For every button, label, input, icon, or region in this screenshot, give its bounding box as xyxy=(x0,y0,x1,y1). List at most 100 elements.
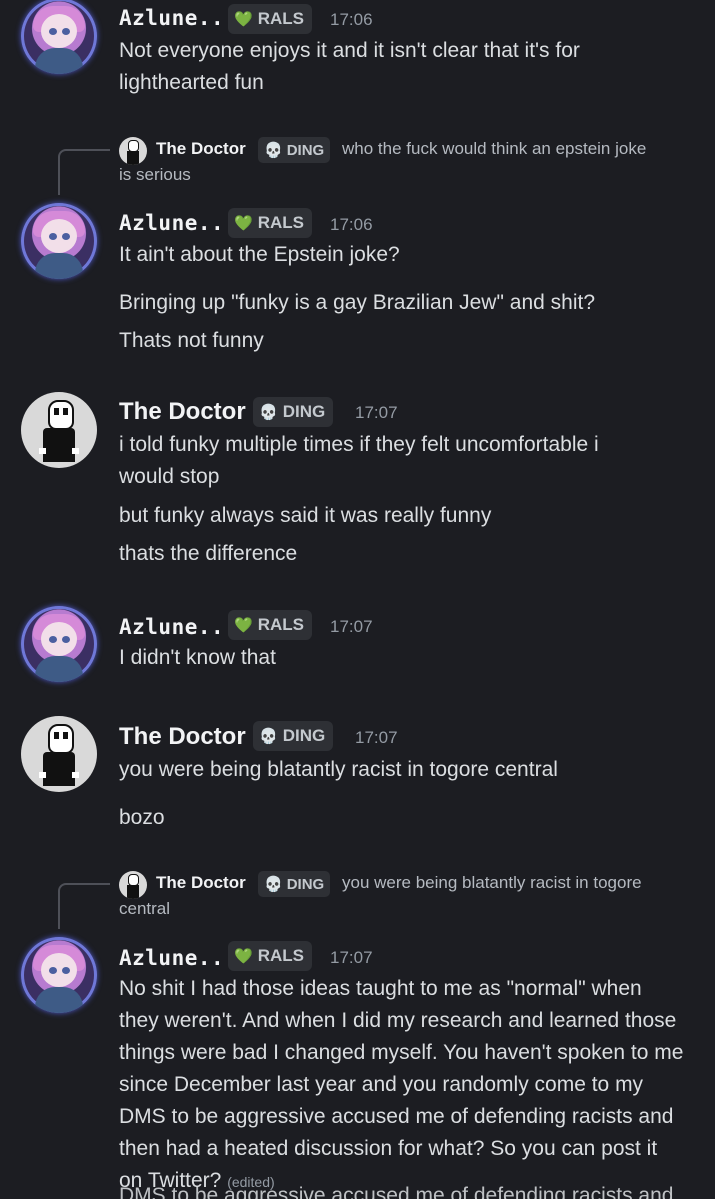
message-text: thats the difference xyxy=(119,542,298,565)
avatar-eye xyxy=(62,967,70,974)
timestamp: 17:06 xyxy=(330,10,373,29)
avatar-eye xyxy=(62,233,70,240)
reply-preview-text: you were being blatantly racist in togor… xyxy=(342,873,642,892)
avatar-eye xyxy=(54,408,59,415)
avatar-skull xyxy=(48,724,74,754)
heart-icon: 💚 xyxy=(234,617,253,634)
message-text: bozo xyxy=(119,806,165,829)
role-tag[interactable]: 💚 RALS xyxy=(228,208,312,238)
avatar-face xyxy=(41,953,77,987)
message-text: lighthearted fun xyxy=(119,71,264,94)
timestamp: 17:07 xyxy=(330,617,373,636)
role-tag-label: RALS xyxy=(257,213,304,232)
avatar[interactable] xyxy=(21,0,97,74)
role-tag[interactable]: 💀 DING xyxy=(253,721,334,751)
role-tag-label: DING xyxy=(282,402,326,421)
message-text: i told funky multiple times if they felt… xyxy=(119,433,599,456)
skull-icon: 💀 xyxy=(264,142,283,159)
message-text: would stop xyxy=(119,465,220,488)
message-text: you were being blatantly racist in togor… xyxy=(119,758,558,781)
message-text: It ain't about the Epstein joke? xyxy=(119,243,400,266)
timestamp: 17:07 xyxy=(355,728,398,747)
avatar[interactable] xyxy=(21,392,97,468)
message-text: things were bad I changed myself. You ha… xyxy=(119,1041,684,1064)
username[interactable]: Azlune... xyxy=(119,615,237,639)
timestamp: 17:06 xyxy=(330,215,373,234)
avatar-eye xyxy=(62,636,70,643)
chat-message-list: Azlune... 💚 RALS 17:06 Not everyone enjo… xyxy=(0,0,715,1199)
heart-icon: 💚 xyxy=(234,11,253,28)
skull-icon: 💀 xyxy=(259,404,278,421)
avatar[interactable] xyxy=(21,716,97,792)
reply-preview-text: is serious xyxy=(119,165,191,184)
reply-role-tag: 💀 DING xyxy=(258,137,331,163)
username[interactable]: The Doctor xyxy=(119,723,246,751)
avatar-face xyxy=(41,219,77,253)
message-text: Thats not funny xyxy=(119,329,264,352)
avatar-hand xyxy=(72,448,79,454)
heart-icon: 💚 xyxy=(234,948,253,965)
message-text: No shit I had those ideas taught to me a… xyxy=(119,977,642,1000)
role-tag[interactable]: 💚 RALS xyxy=(228,4,312,34)
reply-avatar xyxy=(119,871,147,899)
timestamp: 17:07 xyxy=(330,948,373,967)
avatar[interactable] xyxy=(21,203,97,279)
username[interactable]: Azlune... xyxy=(119,946,237,970)
role-tag[interactable]: 💚 RALS xyxy=(228,941,312,971)
avatar-body xyxy=(35,987,83,1013)
reply-spine xyxy=(58,149,110,195)
reply-role-tag-label: DING xyxy=(286,141,325,159)
avatar-eye xyxy=(49,233,57,240)
skull-icon: 💀 xyxy=(264,876,283,893)
avatar-face xyxy=(41,14,77,48)
reply-role-tag-label: DING xyxy=(286,875,325,893)
avatar-cloak xyxy=(43,428,75,462)
message-text: then had a heated discussion for what? S… xyxy=(119,1137,658,1160)
message-text: DMS to be aggressive accused me of defen… xyxy=(119,1105,674,1128)
message-text: since December last year and you randoml… xyxy=(119,1073,644,1096)
avatar-body xyxy=(35,656,83,682)
skull-icon: 💀 xyxy=(259,728,278,745)
timestamp: 17:07 xyxy=(355,403,398,422)
role-tag-label: RALS xyxy=(257,9,304,28)
username[interactable]: Azlune... xyxy=(119,6,237,30)
role-tag-label: RALS xyxy=(257,615,304,634)
role-tag-label: RALS xyxy=(257,946,304,965)
reply-reference[interactable]: The Doctor 💀 DING you were being blatant… xyxy=(0,871,715,931)
reply-spine xyxy=(58,883,110,929)
cut-off-text: DMS to be aggressive accused me of defen… xyxy=(119,1184,674,1199)
avatar-eye xyxy=(62,28,70,35)
reply-reference[interactable]: The Doctor 💀 DING who the fuck would thi… xyxy=(0,137,715,197)
avatar-eye xyxy=(49,636,57,643)
avatar-cloak xyxy=(43,752,75,786)
role-tag-label: DING xyxy=(282,726,326,745)
reply-preview-text: who the fuck would think an epstein joke xyxy=(342,139,647,158)
avatar-body xyxy=(35,253,83,279)
role-tag[interactable]: 💀 DING xyxy=(253,397,334,427)
reply-avatar xyxy=(119,137,147,165)
reply-username: The Doctor xyxy=(156,139,246,158)
heart-icon: 💚 xyxy=(234,215,253,232)
reply-role-tag: 💀 DING xyxy=(258,871,331,897)
avatar-eye xyxy=(54,732,59,739)
role-tag[interactable]: 💚 RALS xyxy=(228,610,312,640)
avatar-eye xyxy=(63,732,68,739)
message-text: Not everyone enjoys it and it isn't clea… xyxy=(119,39,580,62)
message-text: Bringing up "funky is a gay Brazilian Je… xyxy=(119,291,595,314)
message-text: they weren't. And when I did my research… xyxy=(119,1009,677,1032)
username[interactable]: The Doctor xyxy=(119,398,246,426)
avatar[interactable] xyxy=(21,937,97,1013)
avatar-eye xyxy=(63,408,68,415)
avatar-skull xyxy=(48,400,74,430)
avatar-hand xyxy=(39,772,46,778)
avatar-hand xyxy=(39,448,46,454)
avatar-body xyxy=(35,48,83,74)
reply-username: The Doctor xyxy=(156,873,246,892)
avatar-hand xyxy=(72,772,79,778)
avatar-eye xyxy=(49,28,57,35)
reply-preview-text: central xyxy=(119,899,171,918)
avatar-eye xyxy=(49,967,57,974)
avatar[interactable] xyxy=(21,606,97,682)
avatar-face xyxy=(41,622,77,656)
username[interactable]: Azlune... xyxy=(119,211,237,235)
